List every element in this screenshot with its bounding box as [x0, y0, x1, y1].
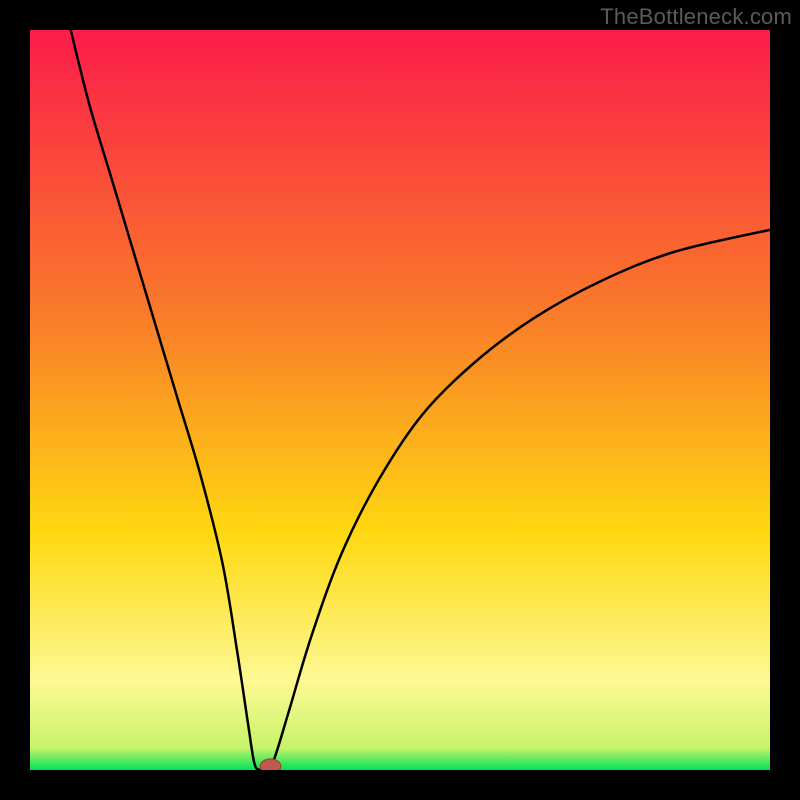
- optimal-point-marker: [260, 759, 281, 770]
- bottleneck-chart: [30, 30, 770, 770]
- plot-area: [30, 30, 770, 770]
- chart-frame: TheBottleneck.com: [0, 0, 800, 800]
- watermark-label: TheBottleneck.com: [600, 4, 792, 30]
- gradient-background: [30, 30, 770, 770]
